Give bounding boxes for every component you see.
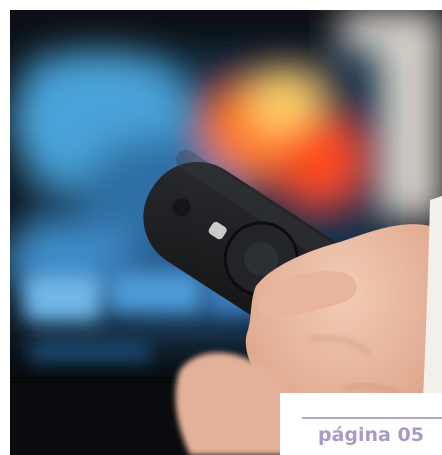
page-number-label: página 05 [280,393,442,455]
photo-illustration: + [10,10,442,455]
tv-remote-photo: + [10,10,442,455]
page-number-text: página 05 [318,424,424,446]
page-label-rule [302,417,442,419]
page: + página 05 [0,0,442,455]
